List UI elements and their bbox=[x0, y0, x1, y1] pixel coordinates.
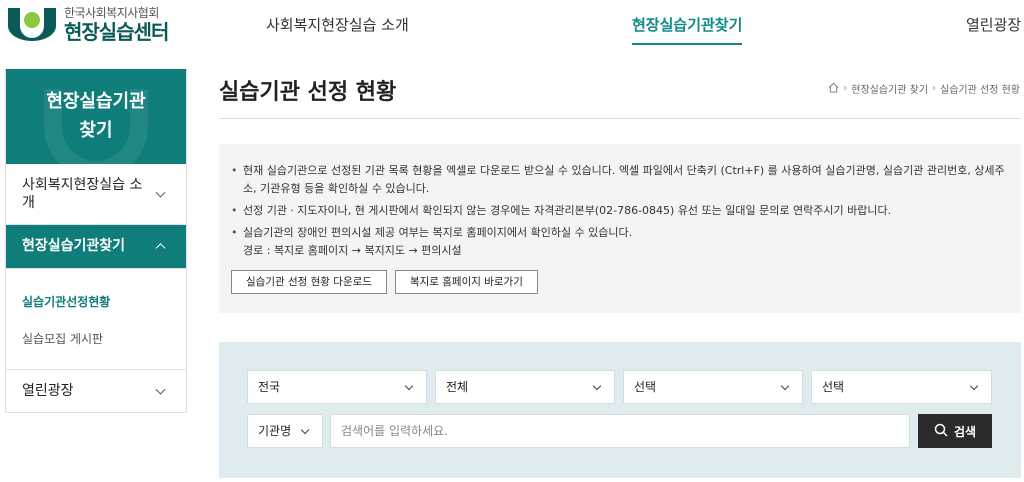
type-select[interactable]: 전체 bbox=[435, 370, 615, 404]
chevron-down-icon bbox=[592, 381, 602, 391]
info-path-text: 경로 : 복지로 홈페이지 → 복지지도 → 편의시설 bbox=[243, 244, 462, 257]
logo-center-name: 현장실습센터 bbox=[64, 19, 169, 44]
sidebar-item-open-square[interactable]: 열린광장 bbox=[6, 370, 186, 412]
home-icon[interactable] bbox=[828, 82, 839, 96]
site-header: 한국사회복지사협회 현장실습센터 사회복지현장실습 소개 현장실습기관찾기 열린… bbox=[0, 0, 1024, 52]
sidebar-item-find-institution[interactable]: 현장실습기관찾기 bbox=[6, 225, 186, 269]
sidebar-submenu: 실습기관선정현황 실습모집 게시판 bbox=[6, 269, 186, 370]
breadcrumb-separator: › bbox=[932, 83, 937, 94]
breadcrumb-item-current: 실습기관 선정 현황 bbox=[940, 85, 1020, 96]
chevron-down-icon bbox=[780, 381, 790, 391]
gnb-item-intro[interactable]: 사회복지현장실습 소개 bbox=[266, 14, 409, 35]
region-select-value: 전국 bbox=[258, 380, 281, 394]
type-select-value: 전체 bbox=[446, 380, 469, 394]
subcategory-select[interactable]: 선택 bbox=[811, 370, 992, 404]
sidebar: 현장실습기관 찾기 사회복지현장실습 소개 현장실습기관찾기 실습기관선정현황 … bbox=[5, 69, 187, 413]
search-input[interactable]: 검색어를 입력하세요. bbox=[330, 414, 910, 448]
info-item-accessibility: 실습기관의 장애인 편의시설 제공 여부는 복지로 홈페이지에서 확인하실 수 … bbox=[231, 224, 1007, 260]
chevron-down-icon bbox=[155, 187, 166, 198]
region-select[interactable]: 전국 bbox=[247, 370, 427, 404]
info-item: 선정 기관ㆍ지도자이나, 현 게시판에서 확인되지 않는 경우에는 자격관리본부… bbox=[231, 202, 1007, 220]
gnb-item-open-square[interactable]: 열린광장 bbox=[966, 14, 1021, 35]
sidebar-item-label: 현장실습기관찾기 bbox=[22, 238, 126, 255]
category-select-value: 선택 bbox=[634, 380, 657, 394]
chevron-down-icon bbox=[155, 384, 166, 395]
chevron-down-icon bbox=[404, 381, 414, 391]
sidebar-title-text: 현장실습기관 찾기 bbox=[46, 90, 146, 141]
category-select[interactable]: 선택 bbox=[623, 370, 803, 404]
sidebar-subitem-recruit-board[interactable]: 실습모집 게시판 bbox=[22, 320, 170, 357]
search-field-select[interactable]: 기관명 bbox=[247, 414, 323, 448]
breadcrumb: › 현장실습기관 찾기 › 실습기관 선정 현황 bbox=[828, 81, 1020, 96]
info-item: 현재 실습기관으로 선정된 기관 목록 현황을 엑셀로 다운로드 받으실 수 있… bbox=[231, 162, 1007, 198]
sidebar-item-label: 사회복지현장실습 소개 bbox=[22, 177, 143, 212]
sidebar-title: 현장실습기관 찾기 bbox=[6, 69, 186, 164]
chevron-down-icon bbox=[300, 425, 310, 435]
search-panel: 전국 전체 선택 선택 기관명 검색어를 입력하세요. 검색 bbox=[219, 342, 1021, 478]
download-list-button[interactable]: 실습기관 선정 현황 다운로드 bbox=[231, 270, 387, 294]
info-item-text: 실습기관의 장애인 편의시설 제공 여부는 복지로 홈페이지에서 확인하실 수 … bbox=[243, 226, 633, 239]
logo-org-name: 한국사회복지사협회 bbox=[64, 5, 159, 20]
search-field-value: 기관명 bbox=[258, 424, 292, 438]
gnb-item-find-institution[interactable]: 현장실습기관찾기 bbox=[632, 14, 743, 45]
breadcrumb-separator: › bbox=[843, 83, 848, 94]
breadcrumb-item[interactable]: 현장실습기관 찾기 bbox=[851, 81, 928, 96]
page-title: 실습기관 선정 현황 bbox=[219, 80, 397, 105]
sidebar-item-intro[interactable]: 사회복지현장실습 소개 bbox=[6, 164, 186, 226]
search-button[interactable]: 검색 bbox=[918, 414, 992, 448]
sidebar-subitem-selection-status[interactable]: 실습기관선정현황 bbox=[22, 283, 170, 320]
sidebar-item-label: 열린광장 bbox=[22, 382, 74, 399]
bokjiro-link-button[interactable]: 복지로 홈페이지 바로가기 bbox=[394, 270, 538, 294]
chevron-up-icon bbox=[155, 243, 166, 254]
search-button-label: 검색 bbox=[953, 424, 977, 439]
info-box: 현재 실습기관으로 선정된 기관 목록 현황을 엑셀로 다운로드 받으실 수 있… bbox=[219, 144, 1021, 313]
logo-mark-icon bbox=[6, 6, 58, 42]
site-logo[interactable]: 한국사회복지사협회 현장실습센터 bbox=[6, 5, 169, 44]
chevron-down-icon bbox=[969, 381, 979, 391]
search-icon bbox=[934, 423, 948, 440]
title-divider bbox=[219, 118, 1021, 119]
subcategory-select-value: 선택 bbox=[822, 380, 845, 394]
